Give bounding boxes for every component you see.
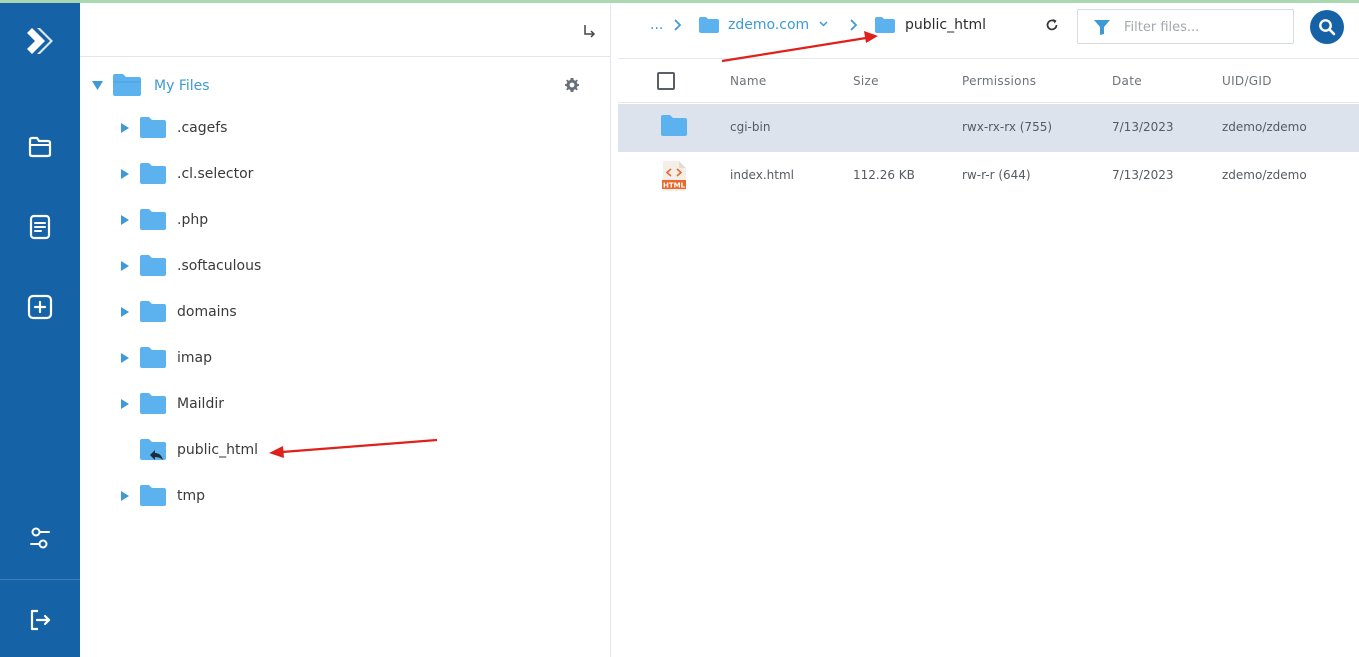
- create-new-button[interactable]: [0, 277, 80, 337]
- filter-box: [1077, 9, 1294, 44]
- caret-down-icon[interactable]: [92, 81, 103, 90]
- tree-item[interactable]: .softaculous: [80, 249, 611, 283]
- filter-icon: [1094, 20, 1110, 35]
- file-size: 112.26 KB: [853, 168, 915, 182]
- breadcrumb-domain[interactable]: zdemo.com: [728, 17, 809, 33]
- folder-icon: [661, 115, 687, 136]
- tree-item[interactable]: Maildir: [80, 387, 611, 421]
- folder-icon: [699, 17, 719, 33]
- tree-item-label: Maildir: [177, 396, 224, 412]
- tree-item[interactable]: .cl.selector: [80, 157, 611, 191]
- logout-button[interactable]: [0, 590, 80, 650]
- tree-root-label: My Files: [154, 78, 210, 94]
- folder-icon: [140, 347, 166, 368]
- tree-item[interactable]: .php: [80, 203, 611, 237]
- chevron-right-icon: [674, 19, 682, 31]
- tree-item-label: .php: [177, 212, 209, 228]
- settings-sliders-icon: [30, 527, 50, 549]
- folder-icon: [140, 163, 166, 184]
- caret-right-icon[interactable]: [121, 261, 129, 271]
- column-header-name[interactable]: Name: [730, 74, 767, 88]
- select-all-checkbox[interactable]: [657, 72, 675, 90]
- logo-button[interactable]: [0, 11, 80, 71]
- refresh-icon[interactable]: [1045, 18, 1059, 32]
- add-icon: [27, 294, 53, 320]
- nav-rail: [0, 3, 80, 657]
- tree-item-label: .cl.selector: [177, 166, 254, 182]
- filter-files-input[interactable]: [1124, 16, 1284, 38]
- rail-divider: [0, 579, 80, 580]
- tree-item[interactable]: domains: [80, 295, 611, 329]
- preferences-button[interactable]: [0, 508, 80, 568]
- column-header-date[interactable]: Date: [1112, 74, 1142, 88]
- caret-right-icon[interactable]: [121, 215, 129, 225]
- folder-icon: [140, 485, 166, 506]
- folder-outline-icon: [28, 136, 52, 158]
- folder-icon: [875, 17, 895, 33]
- tree-item-label: imap: [177, 350, 212, 366]
- folder-icon: [140, 393, 166, 414]
- column-header-permissions[interactable]: Permissions: [962, 74, 1036, 88]
- chevron-down-icon[interactable]: [819, 21, 828, 27]
- tree-item-label: .softaculous: [177, 258, 262, 274]
- tree-item[interactable]: .cagefs: [80, 111, 611, 145]
- caret-right-icon[interactable]: [121, 123, 129, 133]
- html-badge-text: HTML: [663, 181, 686, 189]
- notes-button[interactable]: [0, 197, 80, 257]
- file-permissions: rwx-rx-rx (755): [962, 120, 1053, 134]
- search-icon: [1319, 19, 1336, 36]
- file-list-panel: ... zdemo.com public_html Filter files..…: [612, 3, 1359, 657]
- file-name: cgi-bin: [730, 120, 771, 134]
- table-row[interactable]: cgi-bin rwx-rx-rx (755) 7/13/2023 zdemo/…: [618, 104, 1359, 152]
- file-manager-button[interactable]: [0, 117, 80, 177]
- breadcrumb-ellipsis[interactable]: ...: [650, 17, 663, 33]
- table-row[interactable]: HTML index.html 112.26 KB rw-r-r (644) 7…: [618, 152, 1359, 200]
- tree-item-label: tmp: [177, 488, 206, 504]
- caret-right-icon[interactable]: [121, 307, 129, 317]
- tree-item-label: domains: [177, 304, 237, 320]
- search-button[interactable]: [1310, 10, 1344, 44]
- gear-icon[interactable]: [564, 77, 580, 93]
- collapse-tree-icon[interactable]: [581, 23, 597, 39]
- caret-right-icon[interactable]: [121, 399, 129, 409]
- column-header-size[interactable]: Size: [853, 74, 879, 88]
- breadcrumb: ... zdemo.com public_html: [612, 3, 1359, 53]
- notes-icon: [29, 214, 51, 240]
- file-owner: zdemo/zdemo: [1222, 168, 1307, 182]
- tree-root-my-files[interactable]: My Files: [80, 69, 611, 103]
- caret-right-icon[interactable]: [121, 491, 129, 501]
- chevron-right-icon: [850, 19, 858, 31]
- tree-item[interactable]: imap: [80, 341, 611, 375]
- caret-right-icon[interactable]: [121, 169, 129, 179]
- logo-icon: [27, 28, 53, 54]
- tree-item[interactable]: tmp: [80, 479, 611, 513]
- table-header: Name Size Permissions Date UID/GID: [618, 58, 1359, 103]
- tree-item-label: public_html: [177, 442, 259, 458]
- caret-right-icon[interactable]: [121, 353, 129, 363]
- file-date: 7/13/2023: [1112, 120, 1174, 134]
- folder-icon: [140, 209, 166, 230]
- breadcrumb-current: public_html: [905, 17, 987, 33]
- folder-icon: [140, 117, 166, 138]
- folder-open-icon: [113, 74, 141, 96]
- folder-icon: [140, 301, 166, 322]
- logout-icon: [30, 609, 51, 631]
- file-owner: zdemo/zdemo: [1222, 120, 1307, 134]
- tree-item-label: .cagefs: [177, 120, 228, 136]
- html-file-icon: HTML: [662, 161, 686, 191]
- folder-icon: [140, 255, 166, 276]
- file-permissions: rw-r-r (644): [962, 168, 1031, 182]
- folder-tree-panel: My Files .cagefs .cl.selector .php .softacu…: [80, 3, 611, 657]
- tree-item[interactable]: public_html: [80, 433, 611, 467]
- column-header-uid-gid[interactable]: UID/GID: [1222, 74, 1272, 88]
- folder-symlink-icon: [140, 439, 166, 460]
- file-name: index.html: [730, 168, 794, 182]
- tree-toolbar: [80, 3, 611, 57]
- file-date: 7/13/2023: [1112, 168, 1174, 182]
